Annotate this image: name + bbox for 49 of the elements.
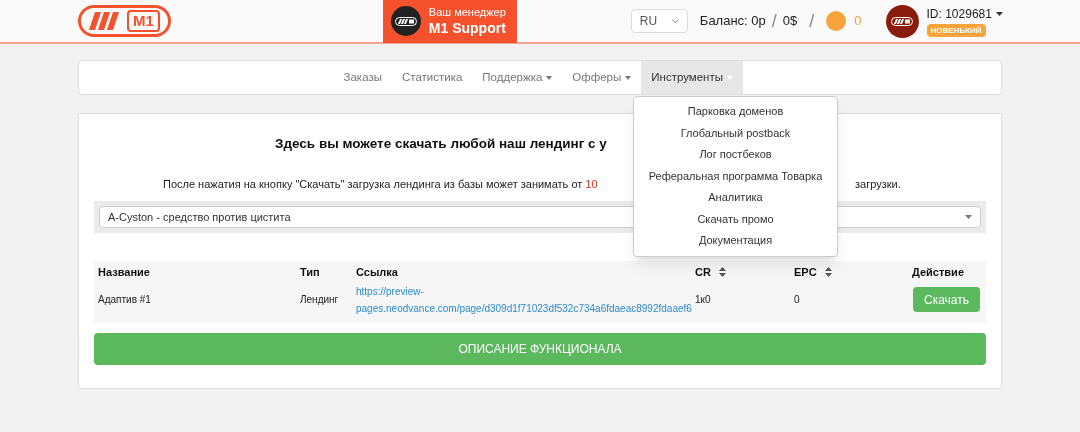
separator: / xyxy=(771,9,777,33)
nav-tab[interactable]: Поддержка xyxy=(472,61,563,94)
logo-icon xyxy=(394,16,417,26)
chevron-icon xyxy=(671,18,679,24)
manager-label: Ваш менеджер xyxy=(428,5,506,19)
table-cell-text: 0 xyxy=(794,293,801,308)
notice-text: После нажатия на кнопку "Скачать" загрузка лендинга из базы может занимать от 10 xyxy=(163,177,599,193)
caret-icon xyxy=(727,75,733,80)
table-cell-text: Лендинг xyxy=(300,293,340,308)
caret-icon xyxy=(546,75,553,80)
caret-icon xyxy=(965,214,972,219)
menu-item[interactable]: Парковка доменов xyxy=(687,101,784,123)
column-header: Тип xyxy=(300,264,320,280)
nav-tab[interactable]: Офферы xyxy=(562,61,642,94)
column-header: Ссылка xyxy=(356,264,398,280)
column-header: Название xyxy=(98,264,150,280)
user-id[interactable]: ID: 1029681 xyxy=(926,5,1003,23)
balance-label: Баланс: 0р xyxy=(699,12,766,31)
column-header[interactable]: CR xyxy=(695,263,711,280)
nav-tab[interactable]: Инструменты xyxy=(641,61,743,94)
table-cell-text: Адаптив #1 xyxy=(98,293,152,308)
language-select[interactable]: RU xyxy=(630,9,688,33)
logo-text: M1 xyxy=(127,10,160,32)
table-cell-text: 1к0 xyxy=(695,293,712,308)
menu-item[interactable]: Реферальная программа Товарка xyxy=(648,165,823,187)
caret-icon xyxy=(995,12,1003,16)
status-badge: НОВЕНЬКИЙ xyxy=(926,24,986,37)
preview-link[interactable]: https://preview- xyxy=(356,282,695,300)
logo-icon xyxy=(891,16,914,26)
menu-item[interactable]: Глобальный postback xyxy=(680,122,791,144)
manager-name: M1 Support xyxy=(428,19,506,37)
user-avatar[interactable] xyxy=(885,4,919,38)
notice-tail: загрузки. xyxy=(855,177,901,193)
balance-usd: 0$ xyxy=(782,12,798,31)
coin-icon xyxy=(826,11,847,31)
preview-link[interactable]: pages.neodvance.com/page/d309d1f71023df532c734a6fdaeac8992fdaaef6 xyxy=(356,299,695,317)
menu-item[interactable]: Скачать промо xyxy=(697,208,774,230)
caret-icon xyxy=(625,75,632,80)
menu-item[interactable]: Лог постбеков xyxy=(699,144,772,166)
separator: / xyxy=(809,9,815,33)
page-heading: Здесь вы можете скачать любой наш лендинг с у xyxy=(275,135,607,153)
column-header: Действие xyxy=(912,264,964,280)
sort-icon[interactable] xyxy=(824,266,832,277)
nav-tab[interactable]: Заказы xyxy=(333,61,392,94)
sort-icon[interactable] xyxy=(718,266,726,277)
column-header[interactable]: EPC xyxy=(794,263,817,280)
nav-tab[interactable]: Статистика xyxy=(391,61,473,94)
coin-count: 0 xyxy=(854,12,862,31)
menu-item[interactable]: Документация xyxy=(698,230,773,252)
